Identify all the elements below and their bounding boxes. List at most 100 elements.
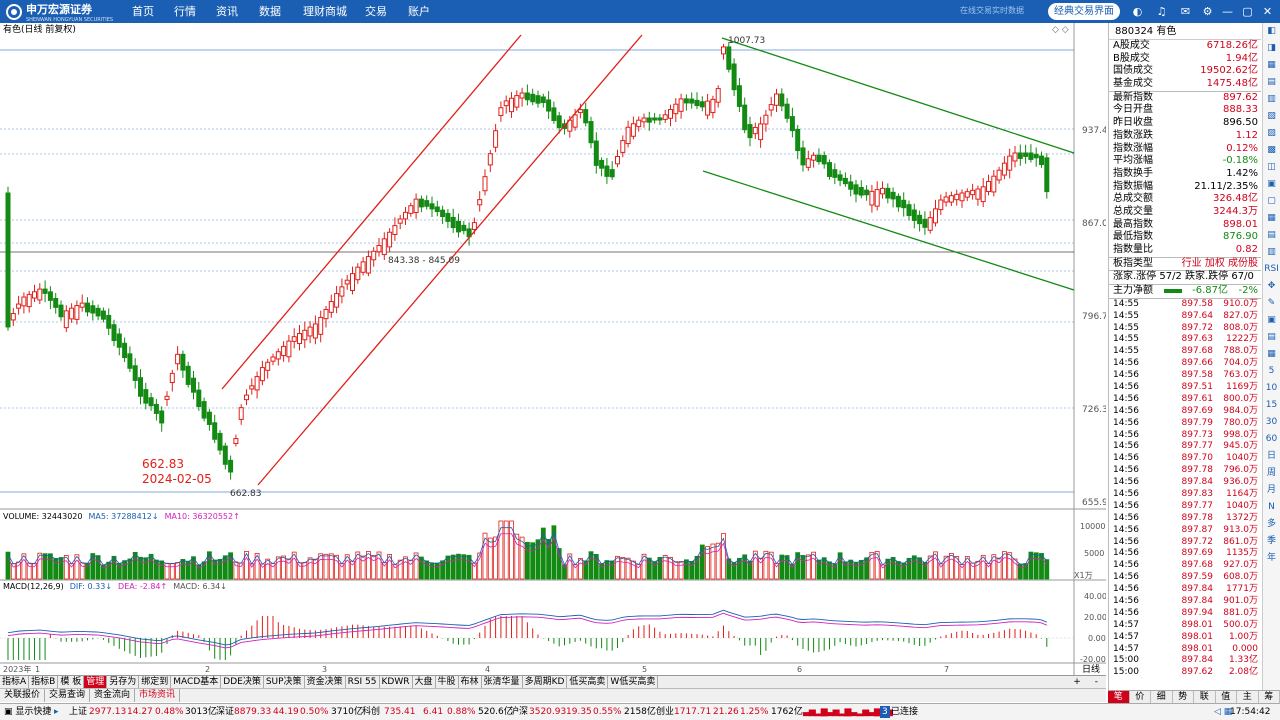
nav-market[interactable]: 行情 (174, 0, 196, 23)
side-tool-icon[interactable]: ◨ (1263, 40, 1280, 57)
quote-mode-tab[interactable]: 筹 (1259, 691, 1280, 703)
side-tool-icon[interactable]: ▥ (1263, 244, 1280, 261)
tick-price: 897.61 (1181, 393, 1214, 404)
maximize-icon[interactable]: ▢ (1240, 4, 1255, 19)
side-tool-icon[interactable]: ▩ (1263, 142, 1280, 159)
side-tool-icon[interactable]: 60 (1263, 431, 1280, 448)
info-tab[interactable]: 资金流向 (90, 689, 136, 702)
info-tab[interactable]: 交易查询 (45, 689, 91, 702)
quote-stat-label: 今日开盘 (1113, 104, 1153, 116)
quote-mode-tab[interactable]: 细 (1151, 691, 1173, 703)
minimize-icon[interactable]: — (1220, 4, 1235, 19)
nav-account[interactable]: 账户 (408, 0, 430, 23)
side-tool-icon[interactable]: ▤ (1263, 329, 1280, 346)
indicator-tab[interactable]: KDWR (380, 676, 413, 688)
settings-gear-icon[interactable]: ⚙ (1200, 4, 1215, 19)
mail-icon[interactable]: ✉ (1178, 4, 1193, 19)
side-tool-icon[interactable]: 10 (1263, 380, 1280, 397)
side-tool-icon[interactable]: 15 (1263, 397, 1280, 414)
nav-home[interactable]: 首页 (132, 0, 154, 23)
side-tool-icon[interactable]: ▧ (1263, 108, 1280, 125)
indicator-tab[interactable]: 管理 (84, 676, 108, 688)
quote-mode-tab[interactable]: 价 (1130, 691, 1151, 703)
side-tool-icon[interactable]: ◧ (1263, 23, 1280, 40)
nav-news[interactable]: 资讯 (216, 0, 238, 23)
side-tool-icon[interactable]: ✎ (1263, 295, 1280, 312)
side-tool-icon[interactable]: ▥ (1263, 91, 1280, 108)
headset-icon[interactable]: ♫ (1154, 4, 1169, 19)
side-tool-icon[interactable]: 月 (1263, 482, 1280, 499)
volume-bar (53, 558, 59, 580)
side-tool-icon[interactable]: 5 (1263, 363, 1280, 380)
side-tool-icon[interactable]: 多 (1263, 516, 1280, 533)
tick-row: 14:57 898.01 500.0万 (1109, 620, 1261, 632)
indicator-tab[interactable]: 指标A (0, 676, 30, 688)
close-icon[interactable]: ✕ (1260, 4, 1275, 19)
indicator-tab[interactable]: 资金决策 (305, 676, 346, 688)
side-tool-icon[interactable]: ▦ (1263, 57, 1280, 74)
indicator-tab[interactable]: 低买高卖 (567, 676, 609, 688)
side-tool-icon[interactable]: ▣ (1263, 312, 1280, 329)
indicator-tab[interactable]: 绑定到 (139, 676, 172, 688)
quote-stat-row: 最高指数 898.01 (1109, 219, 1261, 232)
side-tool-icon[interactable]: ✥ (1263, 278, 1280, 295)
side-tool-icon[interactable]: ▣ (1263, 176, 1280, 193)
nav-trade[interactable]: 交易 (365, 0, 387, 23)
candle-body (302, 329, 308, 341)
candle-body (922, 218, 928, 228)
side-tool-icon[interactable]: ▦ (1263, 210, 1280, 227)
x-label-jun: 6 (797, 665, 802, 674)
info-tab[interactable]: 市场资讯 (135, 689, 181, 702)
period-selector[interactable]: 日线 (1082, 663, 1100, 675)
side-tool-icon[interactable]: ▢ (1263, 193, 1280, 210)
zoom-in-button[interactable]: + (1073, 676, 1081, 688)
indicator-tab[interactable]: 另存为 (107, 676, 140, 688)
info-tab[interactable]: 关联报价 (0, 689, 46, 702)
theme-toggle-icon[interactable]: ◐ (1130, 4, 1145, 19)
side-tool-icon[interactable]: ▤ (1263, 74, 1280, 91)
side-tool-icon[interactable]: ◫ (1263, 159, 1280, 176)
quote-mode-tab[interactable]: 值 (1216, 691, 1237, 703)
chart-settings-icon[interactable]: ◇ ◇ (1052, 25, 1069, 35)
indicator-tab[interactable]: MACD基本 (171, 676, 222, 688)
indicator-tab[interactable]: 指标B (29, 676, 59, 688)
indicator-tab[interactable]: SUP决策 (264, 676, 305, 688)
indicator-tab[interactable]: DDE决策 (221, 676, 264, 688)
tick-row: 14:56 897.61 800.0万 (1109, 394, 1261, 406)
side-tool-icon[interactable]: 季 (1263, 533, 1280, 550)
nav-data[interactable]: 数据 (259, 0, 281, 23)
kline-chart[interactable]: 有色(日线 前复权) ◇ ◇ 937.4 867.0 796.7 726.3 6… (0, 23, 1106, 675)
quote-mode-tab[interactable]: 笔 (1108, 691, 1130, 703)
indicator-tab[interactable]: 多周期KD (523, 676, 568, 688)
nav-wealth-mall[interactable]: 理财商城 (303, 0, 347, 23)
side-tool-icon[interactable]: ▨ (1263, 125, 1280, 142)
indicator-tab[interactable]: 张清华量 (482, 676, 523, 688)
quote-mode-tab[interactable]: 主 (1237, 691, 1259, 703)
indicator-tab[interactable]: 牛股 (436, 676, 459, 688)
classic-trade-button[interactable]: 经典交易界面 (1048, 3, 1120, 20)
candle-body (1044, 157, 1050, 193)
side-tool-icon[interactable]: ▦ (1263, 346, 1280, 363)
side-tool-icon[interactable]: ▤ (1263, 227, 1280, 244)
indicator-tab[interactable]: RSI 55 (346, 676, 380, 688)
tick-detail-list[interactable]: 14:55 897.58 910.0万 14:55 897.64 827.0万 14:55 8… (1109, 299, 1261, 680)
volume-bar (578, 558, 583, 580)
indicator-tab[interactable]: 大盘 (413, 676, 436, 688)
side-tool-icon[interactable]: 30 (1263, 414, 1280, 431)
indicator-tab[interactable]: 模 板 (58, 676, 85, 688)
indicator-tab[interactable]: W低买高卖 (608, 676, 659, 688)
quote-stat-label: 最低指数 (1113, 231, 1153, 243)
side-tool-icon[interactable]: 周 (1263, 465, 1280, 482)
show-shortcut-toggle[interactable]: ▣ 显示快捷 (4, 704, 51, 720)
quote-mode-tab[interactable]: 联 (1194, 691, 1216, 703)
side-tool-icon[interactable]: 日 (1263, 448, 1280, 465)
candle-body (228, 459, 234, 473)
side-tool-icon[interactable]: N (1263, 499, 1280, 516)
info-tab-bar: 关联报价 交易查询 资金流向 市场资讯 (0, 688, 1106, 702)
indicator-tab[interactable]: 布林 (459, 676, 482, 688)
side-tool-icon[interactable]: 年 (1263, 550, 1280, 567)
side-tool-icon[interactable]: RSI (1263, 261, 1280, 278)
quote-mode-tab[interactable]: 势 (1173, 691, 1194, 703)
cy-amount: 1762亿 (771, 707, 803, 717)
zoom-out-button[interactable]: - (1095, 676, 1098, 688)
